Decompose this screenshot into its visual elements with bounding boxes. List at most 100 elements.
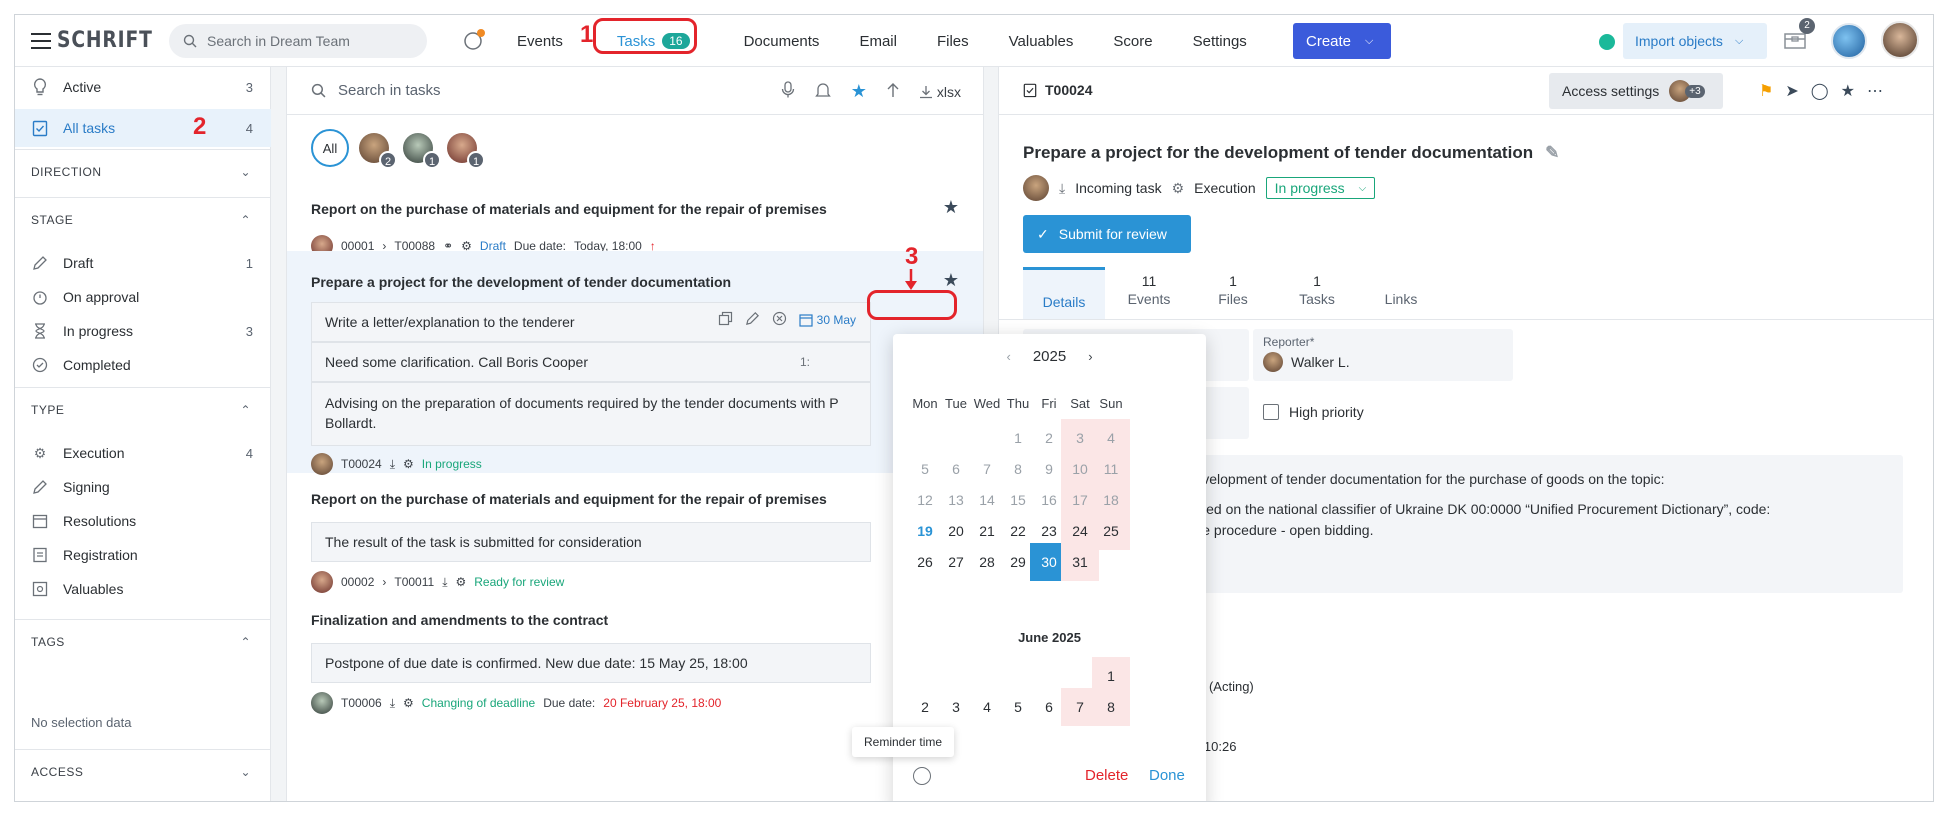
section-tags[interactable]: TAGS ⌃ bbox=[15, 619, 271, 663]
menu-icon[interactable] bbox=[31, 32, 51, 49]
send-icon[interactable]: ➤ bbox=[1785, 81, 1798, 101]
task-id-label: T00024 bbox=[1045, 82, 1093, 98]
close-circle-icon[interactable] bbox=[772, 311, 787, 329]
sidebar-item-draft[interactable]: Draft 1 bbox=[15, 245, 271, 281]
user-avatar[interactable] bbox=[1881, 21, 1919, 59]
detail-header-icons: ⚑ ➤ ◯ ★ ⋯ bbox=[1759, 81, 1883, 101]
status-select[interactable]: In progress ⌵ bbox=[1265, 177, 1376, 199]
high-priority-checkbox[interactable]: High priority bbox=[1263, 404, 1364, 420]
nav-email[interactable]: Email bbox=[859, 33, 897, 50]
task-meta: T00024 ⤓ ⚙ In progress bbox=[311, 453, 482, 475]
sidebar-item-label: Completed bbox=[63, 357, 131, 373]
calendar-year[interactable]: 2025 bbox=[1033, 348, 1066, 365]
bell-icon[interactable]: ⚑ bbox=[1759, 81, 1773, 101]
access-more-count: +3 bbox=[1685, 84, 1705, 98]
section-stage[interactable]: STAGE ⌃ bbox=[15, 197, 271, 241]
section-access[interactable]: ACCESS ⌄ bbox=[15, 749, 271, 793]
tab-label: Links bbox=[1384, 291, 1418, 307]
star-icon[interactable]: ★ bbox=[1841, 81, 1855, 101]
tab-details[interactable]: Details bbox=[1023, 267, 1105, 319]
filter-all-chip[interactable]: All bbox=[311, 129, 349, 167]
organization-avatar[interactable] bbox=[1831, 23, 1867, 59]
star-icon[interactable]: ★ bbox=[943, 197, 959, 218]
nav-valuables[interactable]: Valuables bbox=[1009, 33, 1074, 50]
star-filter-icon[interactable]: ★ bbox=[851, 81, 867, 102]
next-month-icon[interactable]: › bbox=[1088, 349, 1092, 364]
access-settings-button[interactable]: Access settings +3 bbox=[1549, 73, 1723, 109]
nav-events[interactable]: Events bbox=[517, 33, 563, 50]
tab-label: Files bbox=[1218, 291, 1248, 307]
nav-documents[interactable]: Documents bbox=[744, 33, 820, 50]
subtask-item[interactable]: Write a letter/explanation to the tender… bbox=[311, 302, 871, 342]
submit-for-review-button[interactable]: ✓ Submit for review bbox=[1023, 215, 1191, 253]
subtask-item[interactable]: Postpone of due date is confirmed. New d… bbox=[311, 643, 871, 683]
copy-icon[interactable] bbox=[718, 311, 733, 329]
sidebar-item-valuables[interactable]: Valuables bbox=[15, 571, 271, 607]
delete-button[interactable]: Delete bbox=[1085, 767, 1128, 784]
sidebar-item-registration[interactable]: Registration bbox=[15, 537, 271, 573]
assignee-avatar[interactable]: 1 bbox=[403, 133, 441, 169]
sidebar-item-all-tasks[interactable]: All tasks 4 bbox=[15, 109, 271, 147]
section-direction[interactable]: DIRECTION ⌄ bbox=[15, 149, 271, 193]
task-title[interactable]: Report on the purchase of materials and … bbox=[311, 201, 827, 217]
edit-icon[interactable] bbox=[745, 311, 760, 329]
import-label: Import objects bbox=[1635, 33, 1723, 49]
section-type[interactable]: TYPE ⌃ bbox=[15, 387, 271, 431]
chat-icon[interactable] bbox=[461, 27, 487, 56]
subtask-text: The result of the task is submitted for … bbox=[325, 534, 642, 550]
bell-icon[interactable] bbox=[814, 81, 831, 102]
task-title[interactable]: Prepare a project for the development of… bbox=[311, 274, 731, 290]
nav-files[interactable]: Files bbox=[937, 33, 969, 50]
task-code[interactable]: T00006 bbox=[341, 696, 382, 710]
tab-events[interactable]: 11 Events bbox=[1107, 267, 1191, 319]
prev-month-icon[interactable]: ‹ bbox=[1006, 349, 1010, 364]
subtask-item[interactable]: Need some clarification. Call Boris Coop… bbox=[311, 342, 871, 382]
sidebar-item-resolutions[interactable]: Resolutions bbox=[15, 503, 271, 539]
subtask-text: Bollardt. bbox=[325, 415, 377, 431]
sidebar-item-active[interactable]: Active 3 bbox=[15, 69, 271, 105]
global-search-input[interactable]: Search in Dream Team bbox=[169, 24, 427, 58]
register-icon bbox=[31, 546, 49, 564]
chevron-down-icon: ⌄ bbox=[240, 764, 251, 779]
clock-icon[interactable] bbox=[913, 767, 931, 785]
sidebar-item-completed[interactable]: Completed bbox=[15, 347, 271, 383]
task-title[interactable]: Report on the purchase of materials and … bbox=[311, 491, 827, 507]
alarm-icon[interactable]: ◯ bbox=[1811, 81, 1829, 101]
more-icon[interactable]: ⋯ bbox=[1867, 81, 1883, 101]
nav-settings[interactable]: Settings bbox=[1193, 33, 1247, 50]
assignee-avatar[interactable]: 1 bbox=[447, 133, 485, 169]
import-objects-button[interactable]: Import objects ⌵ bbox=[1623, 23, 1767, 59]
tab-files[interactable]: 1 Files bbox=[1191, 267, 1275, 319]
tab-links[interactable]: Links bbox=[1359, 267, 1443, 319]
create-button[interactable]: Create ⌵ bbox=[1293, 23, 1391, 59]
export-xlsx-button[interactable]: xlsx bbox=[919, 84, 961, 100]
execution-label: Execution bbox=[1194, 180, 1256, 196]
inbox-count-badge: 2 bbox=[1799, 18, 1815, 34]
sidebar-item-in-progress[interactable]: In progress 3 bbox=[15, 313, 271, 349]
sort-arrow-up-icon[interactable] bbox=[887, 82, 899, 101]
nav-score[interactable]: Score bbox=[1113, 33, 1152, 50]
star-icon[interactable]: ★ bbox=[943, 270, 959, 291]
task-code[interactable]: T00024 bbox=[341, 457, 382, 471]
calendar-day[interactable]: 8 bbox=[1092, 688, 1130, 726]
tab-tasks[interactable]: 1 Tasks bbox=[1275, 267, 1359, 319]
done-button[interactable]: Done bbox=[1149, 767, 1185, 784]
sidebar-item-execution[interactable]: ⚙ Execution 4 bbox=[15, 435, 271, 471]
microphone-icon[interactable] bbox=[781, 81, 795, 102]
subtask-item[interactable]: Advising on the preparation of documents… bbox=[311, 382, 871, 446]
global-search-placeholder: Search in Dream Team bbox=[207, 33, 350, 49]
edit-icon[interactable]: ✎ bbox=[1545, 143, 1559, 163]
task-code[interactable]: T00011 bbox=[394, 575, 434, 589]
download-icon: ⤓ bbox=[1059, 179, 1066, 196]
calendar-icon bbox=[31, 512, 49, 530]
task-title[interactable]: Finalization and amendments to the contr… bbox=[311, 612, 608, 628]
sidebar-item-signing[interactable]: Signing bbox=[15, 469, 271, 505]
calendar-day[interactable]: 31 bbox=[1061, 543, 1099, 581]
task-check-icon bbox=[31, 119, 49, 137]
subtask-item[interactable]: The result of the task is submitted for … bbox=[311, 522, 871, 562]
assignee-avatar[interactable]: 2 bbox=[359, 133, 397, 169]
checkbox[interactable] bbox=[1263, 404, 1279, 420]
sidebar-item-on-approval[interactable]: On approval bbox=[15, 279, 271, 315]
logo[interactable]: SCHRIFT bbox=[31, 28, 170, 53]
due-date-chip[interactable]: 30 May bbox=[799, 313, 856, 327]
